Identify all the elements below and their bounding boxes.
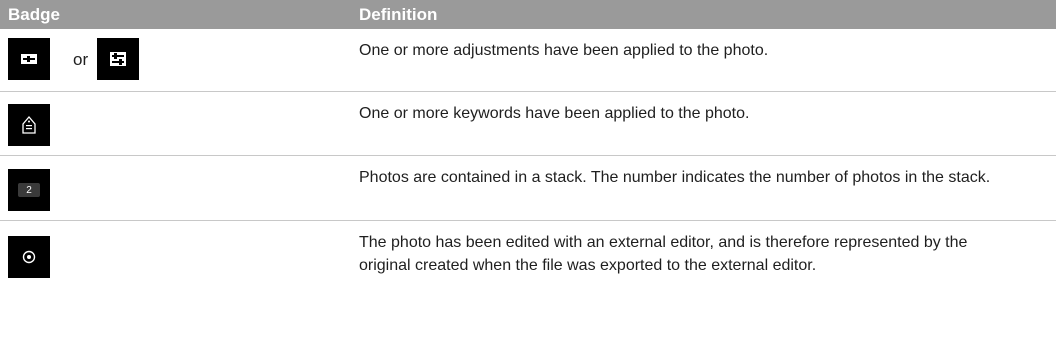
external-editor-icon bbox=[8, 236, 50, 278]
column-header-definition: Definition bbox=[359, 4, 438, 24]
badge-cell: 2 bbox=[0, 156, 359, 220]
table-row: One or more keywords have been applied t… bbox=[0, 92, 1056, 156]
table-row: The photo has been edited with an extern… bbox=[0, 221, 1056, 311]
badge-cell bbox=[0, 221, 359, 311]
table-row: or One or more adjustments have been app… bbox=[0, 29, 1056, 92]
definition-text: One or more adjustments have been applie… bbox=[359, 42, 769, 59]
definition-text: Photos are contained in a stack. The num… bbox=[359, 169, 991, 186]
column-header-badge: Badge bbox=[8, 4, 60, 24]
table-header: Badge Definition bbox=[0, 0, 1056, 29]
keyword-tag-icon bbox=[8, 104, 50, 146]
badge-cell bbox=[0, 92, 359, 155]
stack-count-icon: 2 bbox=[8, 169, 50, 211]
adjustments-icon bbox=[8, 38, 50, 80]
definition-text: One or more keywords have been applied t… bbox=[359, 105, 750, 122]
badge-definition-table: Badge Definition or One or more adjustme… bbox=[0, 0, 1056, 311]
adjustments-alt-icon bbox=[97, 38, 139, 80]
table-row: 2 Photos are contained in a stack. The n… bbox=[0, 156, 1056, 221]
stack-count-number: 2 bbox=[18, 183, 40, 197]
or-label: or bbox=[73, 50, 89, 69]
badge-cell: or bbox=[0, 29, 359, 91]
definition-text: The photo has been edited with an extern… bbox=[359, 234, 968, 274]
